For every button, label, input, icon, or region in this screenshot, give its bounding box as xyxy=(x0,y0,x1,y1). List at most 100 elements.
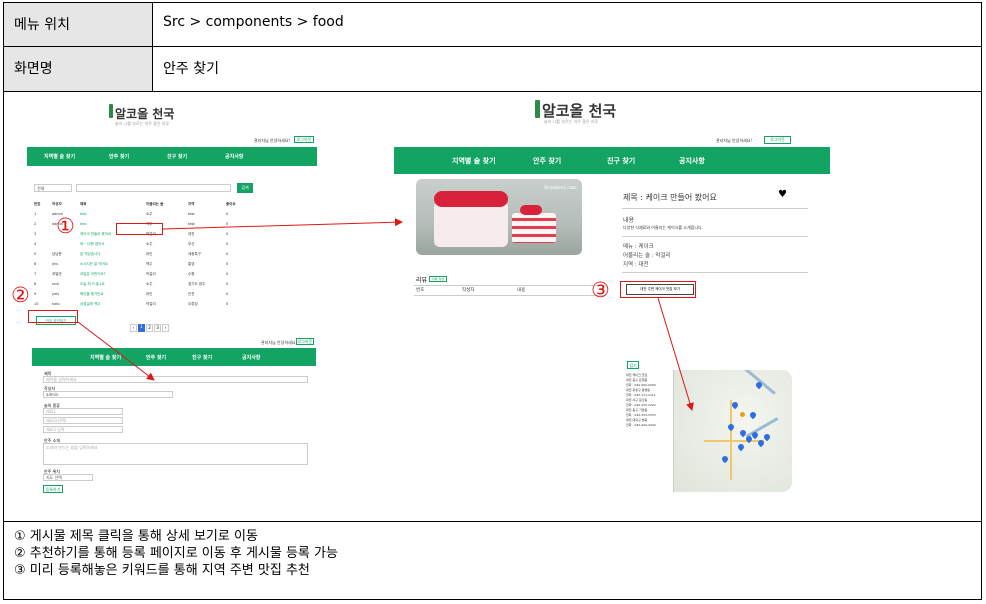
map-pin-icon[interactable] xyxy=(726,422,736,432)
page-prev[interactable]: ‹ xyxy=(130,324,137,332)
nearby-highlight xyxy=(620,281,696,298)
post-title-link[interactable]: 소시지전 잘 먹어요 xyxy=(80,262,146,267)
nav-item-notice[interactable]: 공지사항 xyxy=(225,153,243,160)
table-row[interactable]: 4 와~ 다행 접어서 소주 부산 0 xyxy=(34,242,264,247)
register-submit-button[interactable]: 등록하기 xyxy=(43,485,63,493)
table-cell: 0 xyxy=(226,222,229,226)
table-row[interactable]: 5 냠냠준 잘 먹었습니다 와인 세종특구 0 xyxy=(34,252,264,257)
recommend-highlight xyxy=(28,310,78,323)
register-nav-region[interactable]: 지역별 술 찾기 xyxy=(90,354,121,361)
detail-brand-logo: 알코올 천국 xyxy=(542,102,617,120)
close-map-button[interactable]: 접기 xyxy=(627,361,639,369)
post-title-link[interactable]: 오늘 뭐 드셨나요 xyxy=(80,282,146,287)
region-select[interactable]: 지도 선택 xyxy=(43,474,93,481)
nav-item-region[interactable]: 지역별 술 찾기 xyxy=(44,153,75,160)
table-cell: 9 xyxy=(34,292,37,296)
table-cell: 소주 xyxy=(146,242,153,246)
map-result-item[interactable]: 전화 : 042-444-4444 xyxy=(626,423,671,428)
menu-location-label: 메뉴 위치 xyxy=(4,3,153,46)
marker-2: ② xyxy=(11,283,30,307)
table-cell: 소주 xyxy=(146,212,153,216)
detail-nav-friend[interactable]: 친구 찾기 xyxy=(607,156,635,166)
register-nav-friend[interactable]: 친구 찾기 xyxy=(192,354,212,361)
admin-greeting: 관리자님 안녕하세요! xyxy=(254,138,290,143)
post-title-link[interactable]: 과일은 어떤가요? xyxy=(80,272,146,277)
map-result-list[interactable]: 대전 케이크 맛집 대전 중구 은행동 전화 : 042-000-0000 대전 유성… xyxy=(624,370,674,492)
table-row[interactable]: 6 jinu 소시지전 잘 먹어요 맥주 통영 0 xyxy=(34,262,264,267)
menu-location-row: 메뉴 위치 Src > components > food xyxy=(4,3,981,47)
table-cell: 7 xyxy=(34,272,37,276)
logout-button[interactable]: 로그아웃 xyxy=(294,136,314,143)
post-title-link[interactable]: test xyxy=(80,212,146,217)
review-label: 리뷰 xyxy=(416,277,428,284)
map-pin-icon[interactable] xyxy=(748,410,758,420)
post-title-link[interactable]: 와~ 다행 접어서 xyxy=(80,242,146,247)
cake-body xyxy=(434,201,508,247)
page-3[interactable]: 3 xyxy=(154,324,161,332)
note-3: ③ 미리 등록해놓은 키워드를 통해 지역 주변 맛집 추천 xyxy=(14,563,310,578)
heart-icon[interactable]: ♥ xyxy=(778,189,787,200)
map-panel[interactable]: 대전 케이크 맛집 대전 중구 은행동 전화 : 042-000-0000 대전 유성… xyxy=(624,370,792,492)
content-textarea[interactable]: 소개와 만드는 법을 입력하세요 xyxy=(43,443,308,465)
register-logout-button[interactable]: 로그아웃 xyxy=(296,338,314,345)
review-write-button[interactable]: 리뷰 작성 xyxy=(429,276,447,282)
table-cell: 와인 xyxy=(146,292,153,296)
detail-content-label: 내용 xyxy=(623,217,635,224)
map-pin-icon[interactable] xyxy=(730,400,740,410)
table-row[interactable]: 10 kato 삼겹살에 맥주 막걸리 오류성 0 xyxy=(34,302,264,307)
detail-nav-notice[interactable]: 공지사항 xyxy=(679,156,705,166)
register-screen: 관리자님 안녕하세요! 로그아웃 지역별 술 찾기 안주 찾기 친구 찾기 공지… xyxy=(28,334,320,496)
ingredient-input-2[interactable]: 재료2(선택) xyxy=(43,417,123,424)
ingredient-input-3[interactable]: 재료3 입력 xyxy=(43,426,123,433)
note-2: ② 추천하기를 통해 등록 페이지로 이동 후 게시물 등록 가능 xyxy=(14,546,338,561)
table-header: 번호 작성자 제목 어울리는 술 지역 좋아요 xyxy=(34,202,264,207)
register-nav-notice[interactable]: 공지사항 xyxy=(242,354,260,361)
detail-bottle-icon xyxy=(535,100,540,118)
screenshot-area: 알코올 천국 술이 나를 부르는 아주 좋은 하루 관리자님 안녕하세요! 로그… xyxy=(4,92,981,522)
ingredient-3-placeholder: 재료3 입력 xyxy=(46,427,65,432)
post-title-link[interactable]: 잘 먹었습니다 xyxy=(80,252,146,257)
table-cell: 소주 xyxy=(146,282,153,286)
table-cell: 맥주 xyxy=(146,262,153,266)
detail-nav-food[interactable]: 안주 찾기 xyxy=(533,156,561,166)
table-cell: 0 xyxy=(226,262,229,266)
title-input[interactable]: 제목을 입력하세요 xyxy=(43,376,308,383)
search-input[interactable] xyxy=(76,184,231,192)
brand-logo: 알코올 천국 xyxy=(115,107,175,121)
map-pin-icon[interactable] xyxy=(720,454,730,464)
writer-input[interactable]: admin xyxy=(43,391,173,398)
table-row[interactable]: 8 nick 오늘 뭐 드셨나요 소주 경기도 광주 0 xyxy=(34,282,264,287)
category-select[interactable]: 전체 xyxy=(34,184,72,192)
map-pin-icon[interactable] xyxy=(736,442,746,452)
page-2[interactable]: 2 xyxy=(146,324,153,332)
detail-region: 지역 : 대전 xyxy=(623,262,649,268)
map-pin-icon[interactable] xyxy=(762,432,772,442)
screen-name-row: 화면명 안주 찾기 xyxy=(4,47,981,92)
detail-admin-greeting: 관리자님 안녕하세요! xyxy=(716,138,752,143)
nav-item-friend[interactable]: 친구 찾기 xyxy=(167,153,187,160)
post-title-link[interactable]: 삼겹살에 맥주 xyxy=(80,302,146,307)
table-cell: 과일맛 xyxy=(52,272,62,276)
detail-nav-region[interactable]: 지역별 술 찾기 xyxy=(452,156,496,166)
table-cell: nick xyxy=(52,282,60,286)
cake-photo: Strawberry cake xyxy=(416,179,582,255)
detail-nav: 지역별 술 찾기 안주 찾기 친구 찾기 공지사항 xyxy=(394,147,830,174)
page-next[interactable]: › xyxy=(162,324,169,332)
strawberry-top xyxy=(434,191,508,207)
table-cell: yeis xyxy=(52,292,60,296)
table-cell: 4 xyxy=(34,242,37,246)
post-title-link[interactable]: 해산물 했거든요 xyxy=(80,292,146,297)
ingredient-input-1[interactable]: 재료1 xyxy=(43,408,123,415)
nav-item-food[interactable]: 안주 찾기 xyxy=(109,153,129,160)
table-cell: 0 xyxy=(226,282,229,286)
table-row[interactable]: 7 과일맛 과일은 어떤가요? 막걸리 수원 0 xyxy=(34,272,264,277)
detail-logout-button[interactable]: 로그아웃 xyxy=(764,136,791,144)
content-placeholder: 소개와 만드는 법을 입력하세요 xyxy=(46,445,98,450)
detail-title: 제목 : 케이크 만들어 봤어요 xyxy=(623,193,717,202)
col-region: 지역 xyxy=(188,202,195,206)
table-row[interactable]: 9 yeis 해산물 했거든요 와인 인천 0 xyxy=(34,292,264,297)
register-nav-food[interactable]: 안주 찾기 xyxy=(146,354,166,361)
search-button[interactable]: 검색 xyxy=(237,183,253,193)
map-area[interactable] xyxy=(674,370,792,492)
page-1[interactable]: 1 xyxy=(138,324,145,332)
